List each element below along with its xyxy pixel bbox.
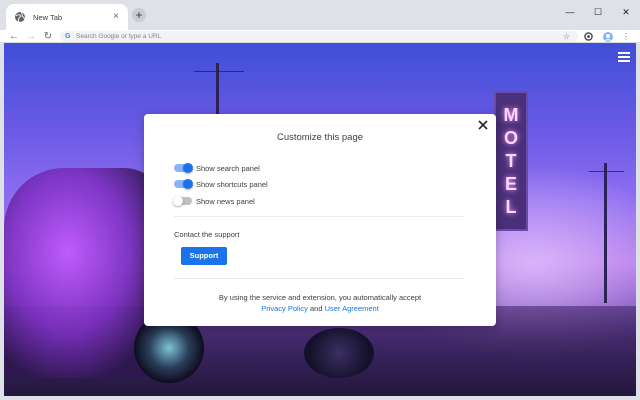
toggle-label: Show news panel [196,196,255,206]
browser-toolbar: ← → ↻ G Search Google or type a URL ☆ ⋮ [0,30,640,43]
toggle-row-shortcuts-panel[interactable]: Show shortcuts panel [174,179,268,189]
window-controls: — ☐ ✕ [556,0,640,24]
forward-button[interactable]: → [23,30,39,43]
sign-letter: E [504,174,517,195]
hamburger-menu-icon[interactable] [618,52,630,62]
address-placeholder: Search Google or type a URL [76,33,162,40]
search-panel-toggle[interactable] [174,163,193,173]
tab-strip: New Tab × + — ☐ ✕ [0,0,640,30]
news-panel-toggle[interactable] [173,196,192,206]
pole-crossbar [194,71,244,72]
toggle-row-search-panel[interactable]: Show search panel [174,163,260,173]
footer-text: By using the service and extension, you … [218,293,422,302]
google-icon: G [65,33,71,40]
window-close-button[interactable]: ✕ [612,0,640,24]
shortcuts-panel-toggle[interactable] [174,179,193,189]
utility-pole [604,163,607,303]
support-button[interactable]: Support [181,247,227,265]
browser-menu-icon[interactable]: ⋮ [620,31,632,43]
pole-crossbar [589,171,624,172]
toggle-row-news-panel[interactable]: Show news panel [173,196,255,206]
toggle-label: Show shortcuts panel [196,179,268,189]
sign-letter: T [505,150,517,171]
address-bar[interactable]: G Search Google or type a URL ☆ [60,31,578,42]
sign-letter: O [503,127,518,148]
bookmark-star-icon[interactable]: ☆ [563,31,570,42]
user-agreement-link[interactable]: User Agreement [325,304,379,313]
dialog-title: Customize this page [276,132,364,143]
motel-sign: M O T E L [494,91,528,231]
tab-new-tab[interactable]: New Tab × [6,4,128,30]
tab-title: New Tab [33,12,63,22]
reload-button[interactable]: ↻ [40,30,56,43]
sign-letter: L [505,197,517,218]
sign-letter: M [503,104,519,125]
extension-icon[interactable] [582,31,594,43]
profile-avatar-icon[interactable] [602,31,614,43]
car-rear-wheel [304,328,374,378]
toggle-label: Show search panel [196,163,260,173]
legal-footer: By using the service and extension, you … [144,292,496,314]
privacy-policy-link[interactable]: Privacy Policy [261,304,308,313]
tab-close-icon[interactable]: × [110,12,122,22]
customize-dialog: Customize this page Show search panel Sh… [144,114,496,326]
minimize-button[interactable]: — [556,0,584,24]
globe-icon [15,12,25,23]
contact-support-label: Contact the support [174,230,240,239]
close-icon[interactable] [476,118,490,132]
back-button[interactable]: ← [6,30,22,43]
divider [174,216,464,217]
new-tab-button[interactable]: + [132,8,146,22]
footer-and: and [309,304,323,313]
maximize-button[interactable]: ☐ [584,0,612,24]
divider [174,278,464,279]
